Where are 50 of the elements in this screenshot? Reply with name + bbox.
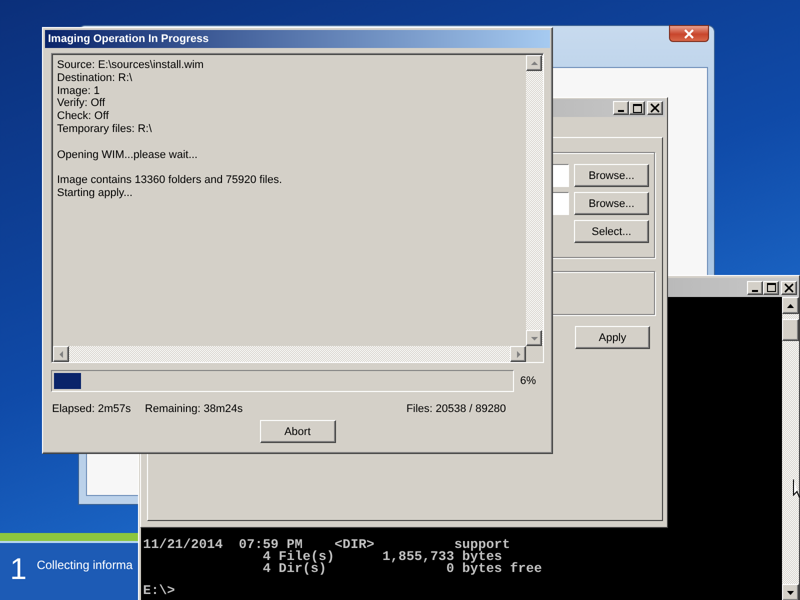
log-line: Verify: Off	[57, 97, 106, 110]
log-line: Destination: R:\	[57, 72, 134, 85]
dialog-button[interactable]: Select...	[574, 220, 649, 243]
minimize-icon	[752, 290, 758, 292]
dialog-title: Imaging Operation In Progress	[45, 30, 550, 48]
remaining-time: Remaining: 38m24s	[144, 403, 243, 415]
log-line: Source: E:\sources\install.wim	[57, 59, 205, 72]
percent-label: 6%	[520, 375, 536, 387]
scroll-down-button[interactable]	[782, 584, 799, 600]
log-line: Image contains 13360 folders and 75920 files.	[57, 174, 284, 187]
log-line: Check: Off	[57, 110, 110, 123]
scroll-down-button[interactable]	[526, 330, 542, 346]
triangle-down-icon	[787, 590, 794, 594]
maximize-button[interactable]	[629, 101, 645, 115]
abort-button[interactable]: Abort	[260, 420, 336, 443]
apply-button[interactable]: Apply	[575, 326, 650, 349]
maximize-icon	[632, 104, 642, 112]
status-text: Collecting informa	[36, 557, 133, 572]
triangle-up-icon	[787, 304, 794, 308]
triangle-right-icon	[514, 350, 522, 358]
close-icon	[784, 282, 794, 292]
close-button[interactable]	[669, 25, 709, 42]
elapsed-time: Elapsed: 2m57s	[52, 403, 131, 415]
console-line: 4 File(s) 1,855,733 bytes	[262, 551, 502, 563]
triangle-left-icon	[58, 350, 64, 358]
log-line: Opening WIM...please wait...	[57, 148, 199, 162]
maximize-button[interactable]	[763, 280, 779, 294]
log-line: Temporary files: R:\	[57, 122, 153, 136]
console-line: 11/21/2014 07:59 PM <DIR> support	[143, 539, 512, 551]
triangle-down-icon	[530, 334, 538, 342]
scroll-up-button[interactable]	[782, 297, 799, 314]
minimize-button[interactable]	[747, 280, 763, 294]
triangle-up-icon	[530, 60, 538, 66]
scroll-thumb[interactable]	[782, 319, 799, 341]
console-line: 4 Dir(s) 0 bytes free	[262, 563, 543, 575]
scroll-up-button[interactable]	[526, 55, 542, 71]
minimize-icon	[618, 110, 624, 112]
close-icon	[650, 103, 660, 113]
close-icon	[683, 28, 695, 38]
step-number: 1	[10, 555, 27, 585]
dialog-button[interactable]: Browse...	[574, 192, 649, 215]
dialog-button[interactable]: Browse...	[574, 164, 649, 187]
maximize-icon	[766, 283, 776, 292]
file-count: Files: 20538 / 89280	[406, 403, 506, 415]
scroll-left-button[interactable]	[53, 346, 69, 362]
minimize-button[interactable]	[613, 101, 629, 115]
log-line: Starting apply...	[57, 186, 134, 200]
command-prompt: E:\>	[143, 585, 176, 597]
scroll-right-button[interactable]	[510, 346, 526, 362]
log-line: Image: 1	[57, 84, 101, 98]
